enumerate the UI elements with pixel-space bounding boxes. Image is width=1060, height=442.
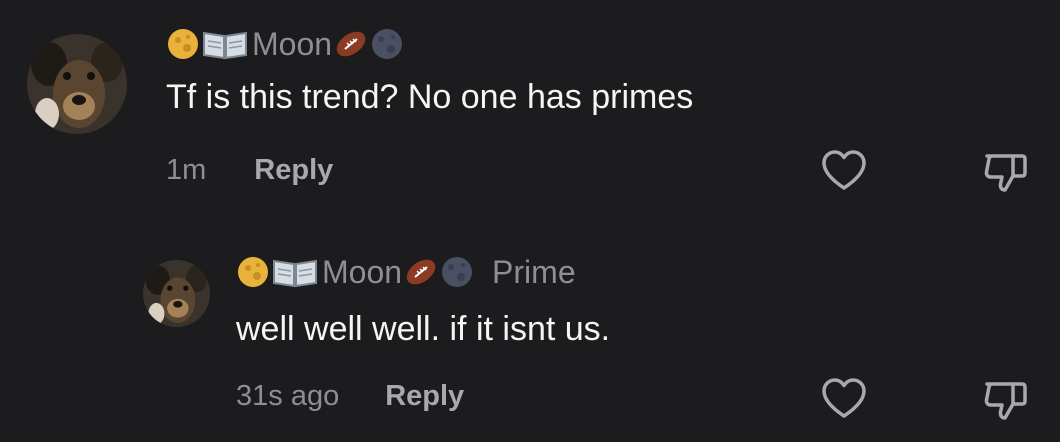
american-football-icon — [404, 255, 438, 289]
reply-to-name[interactable]: Prime — [492, 254, 576, 291]
username[interactable]: Moon — [322, 254, 402, 291]
american-football-icon — [334, 27, 368, 61]
comment-meta: 1m Reply — [166, 148, 333, 192]
comment-meta: 31s ago Reply — [236, 374, 464, 418]
heart-icon[interactable] — [819, 374, 869, 424]
new-moon-icon — [370, 27, 404, 61]
full-moon-icon — [236, 255, 270, 289]
open-book-icon — [202, 27, 248, 61]
username[interactable]: Moon — [252, 26, 332, 63]
avatar[interactable] — [143, 260, 210, 327]
thumbs-down-icon[interactable] — [980, 146, 1030, 196]
comment-author[interactable]: Moon — [166, 22, 406, 66]
timestamp: 1m — [166, 153, 207, 186]
reply-comment: Moon Prime well well well. if it isnt us… — [0, 230, 1060, 442]
new-moon-icon — [440, 255, 474, 289]
thumbs-down-icon[interactable] — [980, 374, 1030, 424]
reply-button[interactable]: Reply — [254, 154, 333, 187]
full-moon-icon — [166, 27, 200, 61]
comment-author[interactable]: Moon Prime — [236, 250, 576, 294]
timestamp: 31s ago — [236, 379, 340, 412]
reply-button[interactable]: Reply — [385, 380, 464, 413]
open-book-icon — [272, 255, 318, 289]
comment-text: well well well. if it isnt us. — [236, 310, 611, 348]
heart-icon[interactable] — [819, 146, 869, 196]
comment: Moon Tf is this trend? No one has primes… — [0, 0, 1060, 230]
avatar[interactable] — [27, 34, 127, 134]
comment-text: Tf is this trend? No one has primes — [166, 78, 694, 116]
